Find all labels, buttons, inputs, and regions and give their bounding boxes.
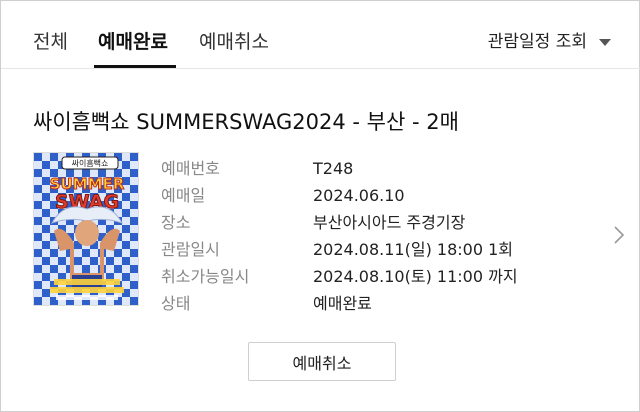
booking-title[interactable]: 싸이흠뻑쇼 SUMMERSWAG2024 - 부산 - 2매: [33, 107, 459, 137]
tab-cancelled[interactable]: 예매취소: [199, 29, 269, 55]
detail-label: 예매번호: [161, 159, 220, 178]
tab-all[interactable]: 전체: [33, 29, 68, 55]
detail-label: 상태: [161, 294, 191, 313]
detail-value: 예매완료: [313, 294, 372, 313]
event-poster[interactable]: 싸이흠뻑쇼 SUMMER SWAG: [33, 152, 139, 306]
tab-bar: 전체 예매완료 예매취소 관람일정 조회: [1, 1, 640, 69]
detail-value: T248: [313, 159, 354, 178]
chevron-right-icon[interactable]: [613, 225, 625, 245]
schedule-filter-label: 관람일정 조회: [487, 32, 587, 52]
detail-value: 2024.08.10(토) 11:00 까지: [313, 267, 518, 286]
detail-value: 부산아시아드 주경기장: [313, 213, 466, 232]
cancel-booking-button[interactable]: 예매취소: [248, 342, 396, 381]
detail-label: 예매일: [161, 186, 206, 205]
poster-banner-text: 싸이흠뻑쇼: [72, 158, 109, 168]
detail-value: 2024.06.10: [313, 186, 405, 205]
detail-value: 2024.08.11(일) 18:00 1회: [313, 240, 513, 259]
detail-label: 취소가능일시: [161, 267, 250, 286]
tab-booked[interactable]: 예매완료: [98, 29, 168, 55]
ticket-list-panel: 전체 예매완료 예매취소 관람일정 조회 싸이흠뻑쇼 SUMMERSWAG202…: [0, 0, 640, 412]
poster-image: 싸이흠뻑쇼 SUMMER SWAG: [34, 153, 138, 305]
detail-label: 장소: [161, 213, 191, 232]
active-tab-indicator: [94, 65, 176, 68]
detail-label: 관람일시: [161, 240, 220, 259]
schedule-filter-dropdown[interactable]: 관람일정 조회: [488, 29, 611, 55]
caret-down-icon: [599, 38, 611, 46]
